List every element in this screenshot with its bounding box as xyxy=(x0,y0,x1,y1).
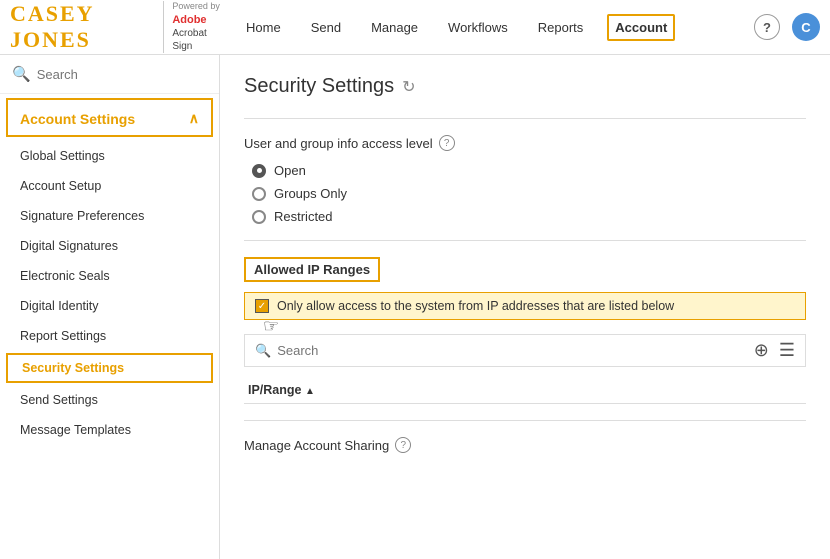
radio-groups-label: Groups Only xyxy=(274,186,347,201)
nav-send[interactable]: Send xyxy=(305,16,347,39)
sidebar: 🔍 Account Settings ∧ Global Settings Acc… xyxy=(0,55,220,559)
search-input[interactable] xyxy=(37,67,207,82)
cursor-icon: ☞ xyxy=(263,316,279,337)
radio-restricted-circle xyxy=(252,210,266,224)
ip-checkbox[interactable] xyxy=(255,299,269,313)
sidebar-item-digital-identity[interactable]: Digital Identity xyxy=(0,291,219,321)
radio-group: Open Groups Only Restricted xyxy=(252,163,806,224)
radio-open-circle xyxy=(252,164,266,178)
adobe-branding: Powered by Adobe Acrobat Sign xyxy=(163,1,220,53)
divider-3 xyxy=(244,420,806,421)
sidebar-item-signature-preferences[interactable]: Signature Preferences xyxy=(0,201,219,231)
nav-home[interactable]: Home xyxy=(240,16,287,39)
search-box: 🔍 xyxy=(0,55,219,94)
sidebar-item-electronic-seals[interactable]: Electronic Seals xyxy=(0,261,219,291)
ip-search-section: 🔍 ⊕ ☰ IP/Range ▲ xyxy=(244,334,806,404)
radio-open[interactable]: Open xyxy=(252,163,806,178)
radio-groups-circle xyxy=(252,187,266,201)
sidebar-item-account-setup[interactable]: Account Setup xyxy=(0,171,219,201)
radio-groups-only[interactable]: Groups Only xyxy=(252,186,806,201)
main-layout: 🔍 Account Settings ∧ Global Settings Acc… xyxy=(0,55,830,559)
user-group-label: User and group info access level ? xyxy=(244,135,806,151)
refresh-icon[interactable]: ↻ xyxy=(402,77,415,97)
collapse-icon: ∧ xyxy=(189,110,199,127)
help-button[interactable]: ? xyxy=(754,14,780,40)
ip-search-row: 🔍 ⊕ ☰ xyxy=(244,334,806,367)
divider-2 xyxy=(244,240,806,241)
page-title-row: Security Settings ↻ xyxy=(244,75,806,98)
ip-table: IP/Range ▲ xyxy=(244,377,806,404)
nav-right: ? C xyxy=(754,13,820,41)
page-title-text: Security Settings xyxy=(244,75,394,98)
top-nav: CASEY JONES Powered by Adobe Acrobat Sig… xyxy=(0,0,830,55)
ip-search-icon: 🔍 xyxy=(255,343,271,359)
nav-workflows[interactable]: Workflows xyxy=(442,16,514,39)
avatar[interactable]: C xyxy=(792,13,820,41)
sidebar-section: Account Settings ∧ Global Settings Accou… xyxy=(0,98,219,445)
ip-menu-button[interactable]: ☰ xyxy=(779,340,795,361)
sidebar-item-digital-signatures[interactable]: Digital Signatures xyxy=(0,231,219,261)
sidebar-item-send-settings[interactable]: Send Settings xyxy=(0,385,219,415)
main-nav: Home Send Manage Workflows Reports Accou… xyxy=(240,14,754,41)
ip-search-input[interactable] xyxy=(277,343,748,358)
nav-account[interactable]: Account xyxy=(607,14,675,41)
content-area: Security Settings ↻ User and group info … xyxy=(220,55,830,559)
user-group-help-icon[interactable]: ? xyxy=(439,135,455,151)
ip-checkbox-label: Only allow access to the system from IP … xyxy=(277,299,674,313)
logo-area: CASEY JONES Powered by Adobe Acrobat Sig… xyxy=(10,1,220,53)
divider-1 xyxy=(244,118,806,119)
radio-restricted[interactable]: Restricted xyxy=(252,209,806,224)
account-settings-header[interactable]: Account Settings ∧ xyxy=(6,98,213,137)
nav-reports[interactable]: Reports xyxy=(532,16,590,39)
sidebar-item-report-settings[interactable]: Report Settings xyxy=(0,321,219,351)
ip-search-actions: ⊕ ☰ xyxy=(754,340,795,361)
allowed-ip-section: Allowed IP Ranges Only allow access to t… xyxy=(244,257,806,404)
sidebar-item-global-settings[interactable]: Global Settings xyxy=(0,141,219,171)
add-ip-button[interactable]: ⊕ xyxy=(754,340,769,361)
manage-sharing-help-icon[interactable]: ? xyxy=(395,437,411,453)
logo-text: CASEY JONES xyxy=(10,1,153,53)
radio-restricted-label: Restricted xyxy=(274,209,333,224)
user-group-text: User and group info access level xyxy=(244,136,433,151)
account-settings-label: Account Settings xyxy=(20,111,135,127)
powered-by-text: Powered by xyxy=(172,1,220,13)
allowed-ip-header: Allowed IP Ranges xyxy=(244,257,380,282)
sidebar-item-security-settings[interactable]: Security Settings xyxy=(6,353,213,383)
sort-arrow-icon: ▲ xyxy=(305,386,315,397)
radio-open-label: Open xyxy=(274,163,306,178)
ip-range-header: IP/Range ▲ xyxy=(244,377,806,404)
sidebar-item-message-templates[interactable]: Message Templates xyxy=(0,415,219,445)
product-name-2: Acrobat Sign xyxy=(172,27,220,53)
manage-sharing-row: Manage Account Sharing ? xyxy=(244,437,806,453)
manage-sharing-text: Manage Account Sharing xyxy=(244,438,389,453)
nav-manage[interactable]: Manage xyxy=(365,16,424,39)
ip-checkbox-row: Only allow access to the system from IP … xyxy=(244,292,806,320)
product-name: Adobe xyxy=(172,13,220,27)
search-icon: 🔍 xyxy=(12,65,31,83)
